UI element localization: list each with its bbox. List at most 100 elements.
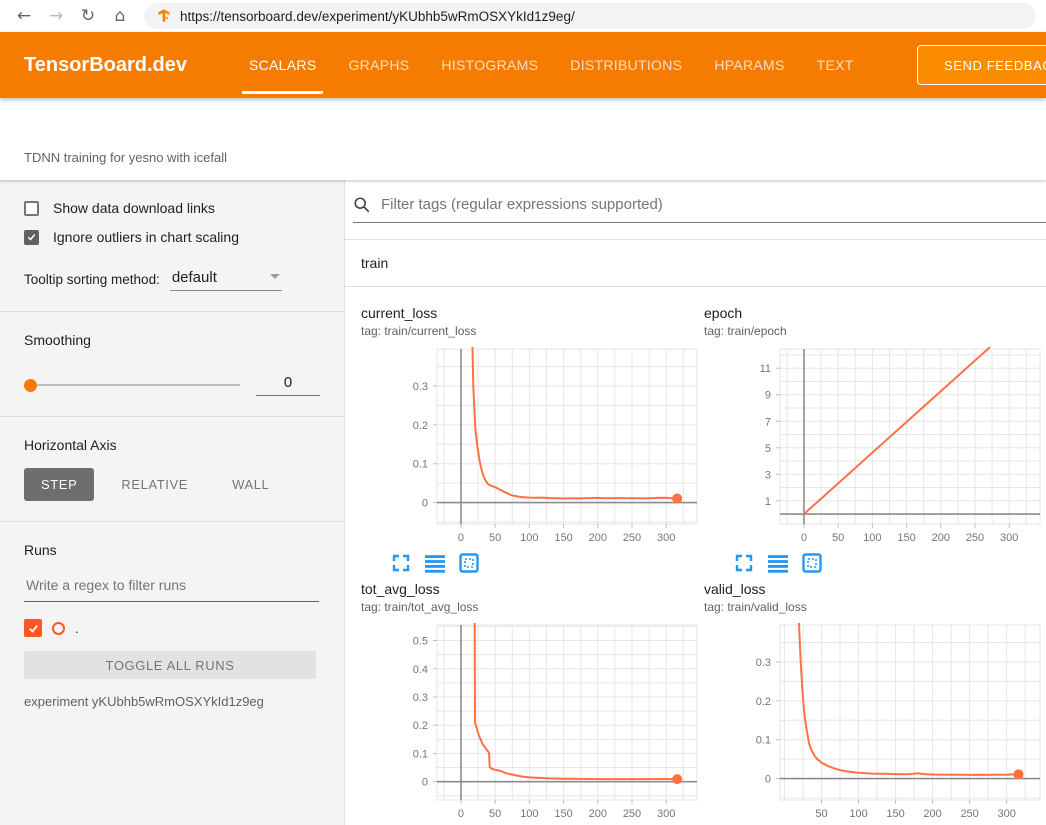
svg-text:150: 150 — [897, 532, 915, 544]
tag-filter-field — [353, 195, 1046, 223]
tooltip-sorting-value: default — [172, 269, 217, 286]
svg-text:100: 100 — [863, 532, 881, 544]
svg-text:9: 9 — [765, 390, 771, 402]
toggle-all-runs-button[interactable]: TOGGLE ALL RUNS — [24, 651, 316, 679]
tag-group-card: train current_loss tag: train/current_lo… — [345, 239, 1046, 825]
line-chart-valid-loss[interactable]: 5010015020025030000.10.20.3 — [704, 621, 1044, 825]
axis-relative-button[interactable]: RELATIVE — [104, 468, 205, 501]
chart-card-current-loss: current_loss tag: train/current_loss 050… — [361, 305, 704, 573]
svg-text:300: 300 — [997, 808, 1015, 820]
ignore-outliers-row: Ignore outliers in chart scaling — [24, 229, 320, 245]
runs-filter-input[interactable] — [24, 576, 319, 594]
svg-text:200: 200 — [589, 808, 607, 820]
data-table-icon[interactable] — [768, 553, 788, 573]
chart-title: epoch — [704, 305, 1046, 322]
svg-text:0.1: 0.1 — [413, 748, 428, 760]
ignore-outliers-label: Ignore outliers in chart scaling — [53, 229, 239, 245]
show-download-links-row: Show data download links — [24, 200, 320, 216]
svg-text:300: 300 — [657, 532, 675, 544]
svg-text:0.1: 0.1 — [413, 459, 428, 471]
back-icon[interactable]: ← — [10, 3, 38, 29]
tab-distributions[interactable]: DISTRIBUTIONS — [554, 32, 698, 98]
axis-step-button[interactable]: STEP — [24, 468, 94, 501]
experiment-title: TDNN training for yesno with icefall — [24, 150, 227, 165]
runs-section: Runs . TOGGLE ALL RUNS experiment yKUbhb… — [0, 522, 344, 729]
svg-text:0: 0 — [422, 777, 428, 789]
chart-tag: tag: train/current_loss — [361, 324, 704, 339]
reload-icon[interactable]: ↻ — [74, 3, 102, 29]
tab-hparams[interactable]: HPARAMS — [698, 32, 800, 98]
axis-wall-button[interactable]: WALL — [215, 468, 286, 501]
chart-card-tot-avg-loss: tot_avg_loss tag: train/tot_avg_loss 050… — [361, 581, 704, 825]
tag-filter-input[interactable] — [379, 195, 1046, 214]
tooltip-sorting-select[interactable]: default — [170, 269, 282, 291]
svg-text:0: 0 — [458, 808, 464, 820]
chart-tag: tag: train/tot_avg_loss — [361, 600, 704, 615]
forward-icon[interactable]: → — [42, 3, 70, 29]
svg-text:0.1: 0.1 — [756, 735, 771, 747]
experiment-id-label: experiment yKUbhb5wRmOSXYkId1z9eg — [24, 694, 320, 709]
line-chart-tot-avg-loss[interactable]: 05010015020025030000.10.20.30.40.5 — [361, 621, 701, 825]
svg-text:0.3: 0.3 — [756, 657, 771, 669]
svg-text:100: 100 — [520, 532, 538, 544]
svg-text:150: 150 — [886, 808, 904, 820]
line-chart-current-loss[interactable]: 05010015020025030000.10.20.3 — [361, 345, 701, 549]
run-row: . — [24, 619, 320, 637]
svg-text:0.2: 0.2 — [413, 420, 428, 432]
svg-text:250: 250 — [966, 532, 984, 544]
svg-text:0: 0 — [801, 532, 807, 544]
tab-graphs[interactable]: GRAPHS — [332, 32, 425, 98]
tab-scalars[interactable]: SCALARS — [233, 32, 332, 98]
fit-domain-icon[interactable] — [459, 553, 479, 573]
main-panel: train current_loss tag: train/current_lo… — [345, 180, 1046, 825]
show-download-links-label: Show data download links — [53, 200, 215, 216]
show-download-links-checkbox[interactable] — [24, 201, 39, 216]
svg-text:250: 250 — [623, 808, 641, 820]
expand-chart-icon[interactable] — [391, 553, 411, 573]
svg-text:200: 200 — [589, 532, 607, 544]
chart-card-epoch: epoch tag: train/epoch 0 50 100 150 200 250 30… — [704, 305, 1046, 573]
horizontal-axis-buttons: STEP RELATIVE WALL — [24, 468, 320, 501]
address-bar[interactable]: https://tensorboard.dev/experiment/yKUbh… — [144, 3, 1036, 29]
general-settings-section: Show data download links Ignore outliers… — [0, 180, 344, 312]
chevron-down-icon — [270, 274, 280, 279]
smoothing-label: Smoothing — [24, 332, 320, 348]
smoothing-slider[interactable] — [24, 384, 240, 386]
send-feedback-button[interactable]: SEND FEEDBACK — [917, 45, 1046, 85]
chart-tag: tag: train/epoch — [704, 324, 1046, 339]
chart-actions — [391, 553, 704, 573]
svg-text:0.2: 0.2 — [756, 696, 771, 708]
ignore-outliers-checkbox[interactable] — [24, 230, 39, 245]
url-text: https://tensorboard.dev/experiment/yKUbh… — [180, 9, 575, 24]
run-color-swatch — [52, 622, 65, 635]
svg-text:3: 3 — [765, 469, 771, 481]
svg-text:50: 50 — [832, 532, 844, 544]
smoothing-section: Smoothing 0 — [0, 312, 344, 417]
line-chart-epoch[interactable]: 0501001502002503001357911 — [704, 345, 1044, 549]
svg-text:300: 300 — [1000, 532, 1018, 544]
smoothing-slider-thumb[interactable] — [24, 379, 37, 392]
tag-group-header[interactable]: train — [345, 240, 1046, 287]
run-checkbox[interactable] — [24, 619, 42, 637]
svg-text:0.3: 0.3 — [413, 381, 428, 393]
app-header: TensorBoard.dev SCALARS GRAPHS HISTOGRAM… — [0, 32, 1046, 98]
chart-title: valid_loss — [704, 581, 1046, 598]
svg-text:200: 200 — [932, 532, 950, 544]
chart-title: current_loss — [361, 305, 704, 322]
check-icon — [27, 622, 40, 635]
tab-text[interactable]: TEXT — [801, 32, 870, 98]
svg-text:1: 1 — [765, 496, 771, 508]
svg-text:0.4: 0.4 — [413, 664, 428, 676]
tooltip-sorting-label: Tooltip sorting method: — [24, 272, 160, 291]
svg-text:100: 100 — [849, 808, 867, 820]
svg-text:7: 7 — [765, 416, 771, 428]
expand-chart-icon[interactable] — [734, 553, 754, 573]
charts-grid: current_loss tag: train/current_loss 0 50… — [345, 287, 1046, 825]
fit-domain-icon[interactable] — [802, 553, 822, 573]
svg-text:0.5: 0.5 — [413, 636, 428, 648]
home-icon[interactable]: ⌂ — [106, 3, 134, 29]
search-icon — [353, 196, 371, 214]
smoothing-value[interactable]: 0 — [256, 374, 320, 396]
data-table-icon[interactable] — [425, 553, 445, 573]
tab-histograms[interactable]: HISTOGRAMS — [425, 32, 554, 98]
